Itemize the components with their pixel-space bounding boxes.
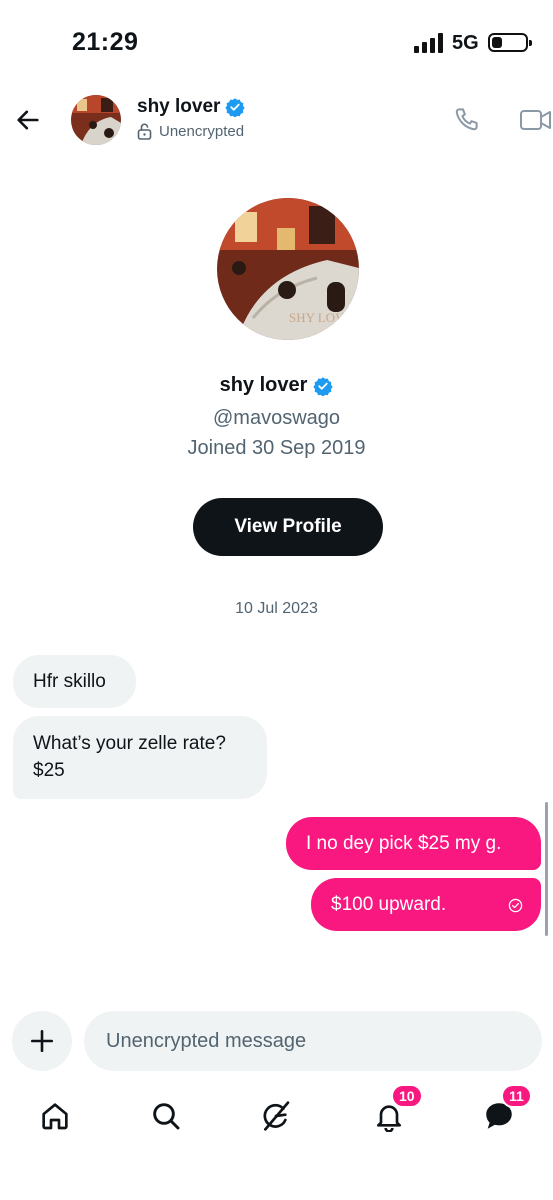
message-bubble-incoming[interactable]: Hfr skillo [13, 655, 136, 708]
scrollbar[interactable] [545, 802, 548, 936]
view-profile-button[interactable]: View Profile [193, 498, 383, 556]
message-input[interactable] [84, 1011, 542, 1071]
signal-icon [414, 33, 443, 53]
header-name-row: shy lover [137, 96, 246, 118]
lock-open-icon [137, 123, 152, 140]
bottom-nav: 10 11 [0, 1084, 553, 1150]
message-bubble-outgoing[interactable]: I no dey pick $25 my g. [286, 817, 541, 870]
message-text: $100 upward. [331, 894, 447, 915]
message-bubble-incoming[interactable]: What’s your zelle rate? $25 [13, 716, 267, 799]
header-name: shy lover [137, 96, 221, 117]
message-text: I no dey pick $25 my g. [306, 833, 502, 854]
profile-name: shy lover [219, 374, 308, 396]
plus-icon [30, 1029, 54, 1053]
profile-avatar[interactable]: SHY LOVE [217, 198, 359, 340]
header-avatar[interactable] [71, 95, 121, 145]
message-text: Hfr skillo [33, 671, 106, 692]
status-bar: 21:29 5G [0, 0, 553, 80]
verified-badge-icon [313, 376, 334, 396]
add-attachment-button[interactable] [12, 1011, 72, 1071]
message-bubble-outgoing[interactable]: $100 upward. [311, 878, 541, 931]
message-text-line: What’s your zelle rate? [33, 733, 226, 754]
verified-badge-icon [225, 98, 246, 117]
profile-avatar-image: SHY LOVE [217, 198, 359, 340]
video-camera-icon [520, 110, 551, 130]
battery-fill [492, 37, 502, 48]
battery-icon [488, 33, 532, 52]
back-button[interactable] [10, 102, 46, 138]
notifications-badge: 10 [391, 1084, 423, 1108]
message-text-line: $25 [33, 760, 65, 781]
encryption-status: Unencrypted [137, 123, 244, 140]
phone-icon [455, 108, 478, 131]
nav-notifications[interactable]: 10 [371, 1084, 423, 1134]
profile-joined-date: Joined 30 Sep 2019 [187, 437, 366, 459]
profile-name-row: shy lover [0, 374, 553, 397]
avatar-image [71, 95, 121, 145]
read-check-icon [508, 898, 523, 913]
grok-icon [263, 1101, 290, 1131]
home-icon [42, 1103, 68, 1130]
encryption-label: Unencrypted [159, 123, 245, 140]
video-call-button[interactable] [516, 102, 553, 138]
call-button[interactable] [448, 102, 484, 138]
avatar-caption: SHY LOVE [289, 310, 352, 325]
nav-messages[interactable]: 11 [481, 1084, 532, 1134]
nav-search[interactable] [148, 1098, 184, 1134]
search-icon [153, 1103, 180, 1130]
conversation-header: shy lover Unencrypted [0, 88, 553, 152]
status-time: 21:29 [72, 28, 139, 56]
nav-grok[interactable] [258, 1098, 294, 1134]
messages-badge: 11 [501, 1084, 532, 1108]
nav-home[interactable] [37, 1098, 73, 1134]
network-type: 5G [452, 32, 479, 54]
profile-handle: @mavoswago [212, 407, 341, 429]
arrow-left-icon [17, 110, 39, 130]
date-separator: 10 Jul 2023 [235, 600, 318, 617]
